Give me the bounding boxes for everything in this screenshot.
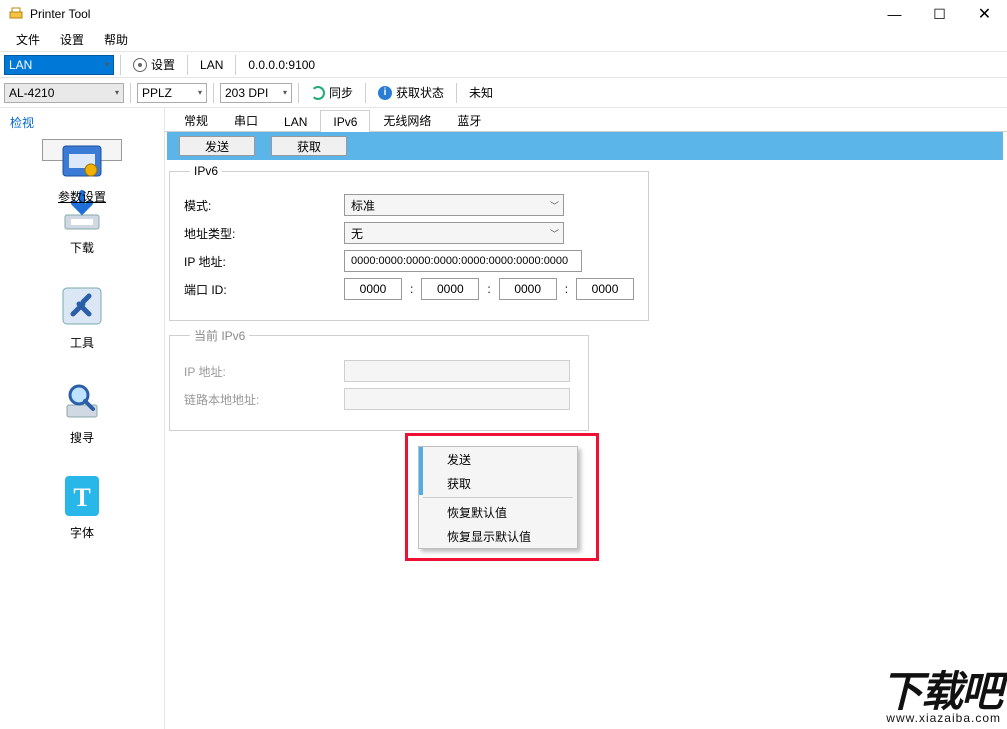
ctx-reset-default[interactable]: 恢复默认值 xyxy=(419,500,577,524)
separator xyxy=(213,83,214,103)
tab-wireless[interactable]: 无线网络 xyxy=(370,107,444,132)
separator xyxy=(365,83,366,103)
model-dropdown[interactable]: AL-4210▾ xyxy=(4,83,124,103)
current-ip-value xyxy=(344,360,570,382)
tab-serial[interactable]: 串口 xyxy=(221,107,271,132)
tab-lan[interactable]: LAN xyxy=(271,110,320,132)
ip-input[interactable]: 0000:0000:0000:0000:0000:0000:0000:0000 xyxy=(344,250,582,272)
tab-ipv6[interactable]: IPv6 xyxy=(320,110,370,132)
sync-icon xyxy=(311,86,325,100)
sidebar-item-label: 参数设置 xyxy=(58,188,106,205)
title-bar: Printer Tool — ☐ ✕ xyxy=(0,0,1007,28)
ctx-send[interactable]: 发送 xyxy=(419,447,577,471)
font-icon: T xyxy=(58,472,106,520)
addrtype-select[interactable]: 无﹀ xyxy=(344,222,564,244)
status-text: 未知 xyxy=(463,84,499,101)
dpi-dropdown[interactable]: 203 DPI▾ xyxy=(220,83,292,103)
ctx-separator xyxy=(423,497,573,498)
model-value: AL-4210 xyxy=(9,86,54,100)
settings-button[interactable]: 设置 xyxy=(127,54,181,76)
sidebar-item-label: 字体 xyxy=(70,524,94,541)
sync-button[interactable]: 同步 xyxy=(305,82,359,104)
separator xyxy=(298,83,299,103)
gear-icon xyxy=(133,58,147,72)
mode-select[interactable]: 标准﹀ xyxy=(344,194,564,216)
sync-label: 同步 xyxy=(329,84,353,101)
sidebar-item-label: 工具 xyxy=(70,334,94,351)
address-label: 0.0.0.0:9100 xyxy=(242,58,321,72)
current-legend: 当前 IPv6 xyxy=(190,327,249,344)
get-button[interactable]: 获取 xyxy=(271,136,347,156)
tools-icon xyxy=(58,282,106,330)
ctx-reset-display[interactable]: 恢复显示默认值 xyxy=(419,524,577,548)
port-label: 端口 ID: xyxy=(184,281,344,298)
window-title: Printer Tool xyxy=(30,7,872,21)
maximize-button[interactable]: ☐ xyxy=(917,0,962,28)
action-bar: 发送 获取 xyxy=(167,132,1003,160)
status-btn-label: 获取状态 xyxy=(396,84,444,101)
current-ip-label: IP 地址: xyxy=(184,363,344,380)
mode-label: 模式: xyxy=(184,197,344,214)
info-icon: i xyxy=(378,86,392,100)
close-button[interactable]: ✕ xyxy=(962,0,1007,28)
menu-settings[interactable]: 设置 xyxy=(50,31,94,48)
lang-value: PPLZ xyxy=(142,86,172,100)
params-icon xyxy=(58,140,106,184)
separator xyxy=(120,55,121,75)
sidebar-item-params[interactable]: 参数设置 xyxy=(42,139,122,161)
sidebar-item-label: 下载 xyxy=(70,239,94,256)
port-seg-0[interactable]: 0000 xyxy=(344,278,402,300)
minimize-button[interactable]: — xyxy=(872,0,917,28)
settings-label: 设置 xyxy=(151,56,175,73)
lang-dropdown[interactable]: PPLZ▾ xyxy=(137,83,207,103)
sidebar-item-label: 搜寻 xyxy=(70,429,94,446)
tab-bluetooth[interactable]: 蓝牙 xyxy=(444,107,494,132)
search-icon xyxy=(58,377,106,425)
sidebar-item-tools[interactable]: 工具 xyxy=(42,282,122,351)
sidebar: 检视 参数设置 下载 工具 搜寻 T 字体 xyxy=(0,108,165,729)
conn-type-label: LAN xyxy=(194,58,229,72)
port-group: 0000: 0000: 0000: 0000 xyxy=(344,278,634,300)
menu-bar: 文件 设置 帮助 xyxy=(0,28,1007,52)
context-menu-highlight: 发送 获取 恢复默认值 恢复显示默认值 xyxy=(405,433,599,561)
mode-value: 标准 xyxy=(351,197,375,214)
current-link-value xyxy=(344,388,570,410)
ipv6-legend: IPv6 xyxy=(190,164,222,178)
tab-bar: 常规 串口 LAN IPv6 无线网络 蓝牙 xyxy=(165,108,1007,132)
port-seg-2[interactable]: 0000 xyxy=(499,278,557,300)
menu-file[interactable]: 文件 xyxy=(6,31,50,48)
separator xyxy=(130,83,131,103)
sidebar-item-search[interactable]: 搜寻 xyxy=(42,377,122,446)
addrtype-label: 地址类型: xyxy=(184,225,344,242)
ipv6-fieldset: IPv6 模式: 标准﹀ 地址类型: 无﹀ IP 地址: 0000:0000:0… xyxy=(169,164,649,321)
status-button[interactable]: i 获取状态 xyxy=(372,82,450,104)
menu-help[interactable]: 帮助 xyxy=(94,31,138,48)
connection-value: LAN xyxy=(9,58,32,72)
main-panel: 常规 串口 LAN IPv6 无线网络 蓝牙 发送 获取 IPv6 模式: 标准… xyxy=(165,108,1007,729)
toolbar-printer: AL-4210▾ PPLZ▾ 203 DPI▾ 同步 i 获取状态 未知 xyxy=(0,78,1007,108)
svg-text:T: T xyxy=(73,483,90,512)
separator xyxy=(235,55,236,75)
separator xyxy=(456,83,457,103)
port-seg-1[interactable]: 0000 xyxy=(421,278,479,300)
app-icon xyxy=(8,6,24,22)
port-seg-3[interactable]: 0000 xyxy=(576,278,634,300)
addrtype-value: 无 xyxy=(351,225,363,242)
context-menu: 发送 获取 恢复默认值 恢复显示默认值 xyxy=(418,446,578,549)
dpi-value: 203 DPI xyxy=(225,86,268,100)
sidebar-item-fonts[interactable]: T 字体 xyxy=(42,472,122,541)
sidebar-header: 检视 xyxy=(0,108,164,135)
toolbar-connection: LAN▾ 设置 LAN 0.0.0.0:9100 xyxy=(0,52,1007,78)
ctx-get[interactable]: 获取 xyxy=(419,471,577,495)
send-button[interactable]: 发送 xyxy=(179,136,255,156)
tab-general[interactable]: 常规 xyxy=(171,107,221,132)
current-link-label: 链路本地地址: xyxy=(184,391,344,408)
connection-dropdown[interactable]: LAN▾ xyxy=(4,55,114,75)
separator xyxy=(187,55,188,75)
current-ipv6-fieldset: 当前 IPv6 IP 地址: 链路本地地址: xyxy=(169,327,589,431)
ip-label: IP 地址: xyxy=(184,253,344,270)
